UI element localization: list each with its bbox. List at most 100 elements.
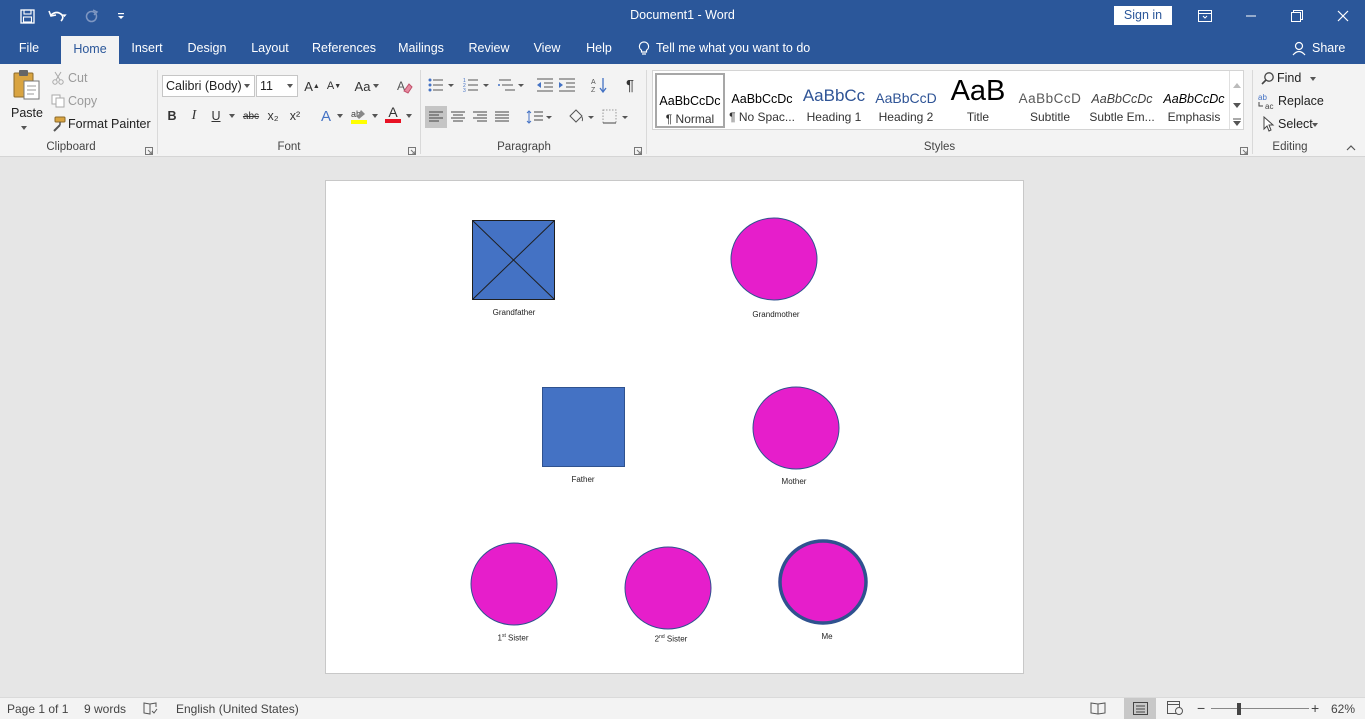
paste-dropdown[interactable] <box>20 124 28 132</box>
print-layout-button[interactable] <box>1124 698 1156 719</box>
sign-in-button[interactable]: Sign in <box>1114 6 1172 25</box>
align-center-button[interactable] <box>448 107 468 127</box>
style-subtle-emphasis[interactable]: AaBbCcDc Subtle Em... <box>1087 73 1157 128</box>
shading-button[interactable] <box>566 107 596 127</box>
tab-help[interactable]: Help <box>579 33 619 64</box>
paste-label[interactable]: Paste <box>11 106 43 120</box>
tab-layout[interactable]: Layout <box>244 33 296 64</box>
decrease-indent-button[interactable] <box>535 75 555 95</box>
restore-button[interactable] <box>1274 0 1320 32</box>
align-right-button[interactable] <box>470 107 490 127</box>
replace-button[interactable]: Replace <box>1278 94 1324 108</box>
styles-more-button[interactable] <box>1233 115 1241 129</box>
subscript-button[interactable]: x₂ <box>263 106 283 126</box>
tab-view[interactable]: View <box>527 33 567 64</box>
italic-button[interactable]: I <box>184 106 204 126</box>
find-button[interactable]: Find <box>1277 71 1301 85</box>
styles-scroll-down[interactable] <box>1233 97 1241 111</box>
tab-references[interactable]: References <box>308 33 380 64</box>
tab-file[interactable]: File <box>8 33 50 64</box>
format-painter-label[interactable]: Format Painter <box>68 117 151 131</box>
first-sister-shape[interactable] <box>470 542 558 626</box>
replace-icon-button[interactable]: ab ac <box>1256 91 1276 111</box>
me-shape[interactable] <box>777 539 869 625</box>
font-name-combo[interactable]: Calibri (Body) <box>162 75 255 97</box>
font-color-button[interactable]: A <box>383 104 403 124</box>
font-color-dropdown[interactable] <box>405 112 413 120</box>
word-count[interactable]: 9 words <box>84 702 126 716</box>
minimize-button[interactable] <box>1228 0 1274 32</box>
multilevel-list-button[interactable] <box>496 75 526 95</box>
text-effects-dropdown[interactable] <box>336 112 344 120</box>
font-launcher[interactable] <box>408 144 416 155</box>
share-button[interactable]: Share <box>1292 33 1345 64</box>
zoom-in-button[interactable]: + <box>1311 700 1319 716</box>
style-emphasis[interactable]: AaBbCcDc Emphasis <box>1159 73 1229 128</box>
style-heading-1[interactable]: AaBbCc Heading 1 <box>799 73 869 128</box>
cut-button[interactable] <box>48 68 68 88</box>
close-button[interactable] <box>1320 0 1365 32</box>
second-sister-shape[interactable] <box>624 546 712 630</box>
tab-mailings[interactable]: Mailings <box>391 33 451 64</box>
style-heading-2[interactable]: AaBbCcD Heading 2 <box>871 73 941 128</box>
grow-font-button[interactable]: A ▲ <box>302 76 322 96</box>
paste-button[interactable] <box>10 68 42 102</box>
align-left-button[interactable] <box>425 106 447 128</box>
zoom-out-button[interactable]: − <box>1197 700 1205 716</box>
tab-review[interactable]: Review <box>463 33 515 64</box>
zoom-slider[interactable] <box>1211 708 1309 709</box>
tab-insert[interactable]: Insert <box>124 33 170 64</box>
bold-button[interactable]: B <box>162 106 182 126</box>
numbering-button[interactable]: 123 <box>461 75 491 95</box>
clear-formatting-button[interactable]: A <box>395 76 415 96</box>
style-no-spacing[interactable]: AaBbCcDc ¶ No Spac... <box>727 73 797 128</box>
grandmother-shape[interactable] <box>730 217 818 301</box>
father-shape[interactable] <box>542 387 626 468</box>
cut-label[interactable]: Cut <box>68 71 87 85</box>
text-effects-button[interactable]: A <box>316 106 336 126</box>
page-count[interactable]: Page 1 of 1 <box>7 702 68 716</box>
select-icon-button[interactable] <box>1258 114 1278 134</box>
select-button[interactable]: Select <box>1278 117 1313 131</box>
highlight-dropdown[interactable] <box>371 112 379 120</box>
tab-design[interactable]: Design <box>181 33 233 64</box>
bullets-button[interactable] <box>426 75 456 95</box>
find-dropdown[interactable] <box>1309 75 1317 83</box>
grandfather-shape[interactable] <box>472 220 556 301</box>
mother-shape[interactable] <box>752 386 840 470</box>
shrink-font-button[interactable]: A ▼ <box>324 76 344 96</box>
change-case-button[interactable]: Aa <box>352 76 382 96</box>
superscript-button[interactable]: x² <box>285 106 305 126</box>
proofing-button[interactable] <box>143 701 158 718</box>
underline-button[interactable]: U <box>206 106 226 126</box>
language-indicator[interactable]: English (United States) <box>176 702 299 716</box>
sort-button[interactable]: AZ <box>589 75 609 95</box>
ribbon-display-options-button[interactable] <box>1182 0 1228 32</box>
underline-dropdown[interactable] <box>228 112 236 120</box>
zoom-slider-thumb[interactable] <box>1237 703 1241 715</box>
increase-indent-button[interactable] <box>557 75 577 95</box>
style-subtitle[interactable]: AaBbCcD Subtitle <box>1015 73 1085 128</box>
find-icon-button[interactable] <box>1258 68 1278 88</box>
justify-button[interactable] <box>492 107 512 127</box>
highlight-button[interactable]: ab <box>349 106 369 126</box>
tab-home[interactable]: Home <box>61 36 119 64</box>
show-formatting-button[interactable]: ¶ <box>620 75 640 95</box>
copy-button[interactable] <box>48 91 68 111</box>
strikethrough-button[interactable]: abc <box>240 106 262 126</box>
copy-label[interactable]: Copy <box>68 94 97 108</box>
line-spacing-button[interactable] <box>525 107 553 127</box>
document-workspace[interactable]: Grandfather Grandmother Father Mother 1s… <box>0 158 1365 697</box>
style-title[interactable]: AaB Title <box>943 73 1013 128</box>
document-page[interactable]: Grandfather Grandmother Father Mother 1s… <box>325 180 1024 674</box>
format-painter-button[interactable] <box>48 114 68 134</box>
clipboard-launcher[interactable] <box>145 144 153 155</box>
style-normal[interactable]: AaBbCcDc ¶ Normal <box>655 73 725 128</box>
font-size-combo[interactable]: 11 <box>256 75 298 97</box>
styles-scroll-up[interactable] <box>1233 77 1241 91</box>
borders-button[interactable] <box>600 107 630 127</box>
paragraph-launcher[interactable] <box>634 144 642 155</box>
tell-me-search[interactable]: Tell me what you want to do <box>638 33 810 64</box>
zoom-level[interactable]: 62% <box>1331 702 1355 716</box>
web-layout-button[interactable] <box>1167 701 1183 718</box>
